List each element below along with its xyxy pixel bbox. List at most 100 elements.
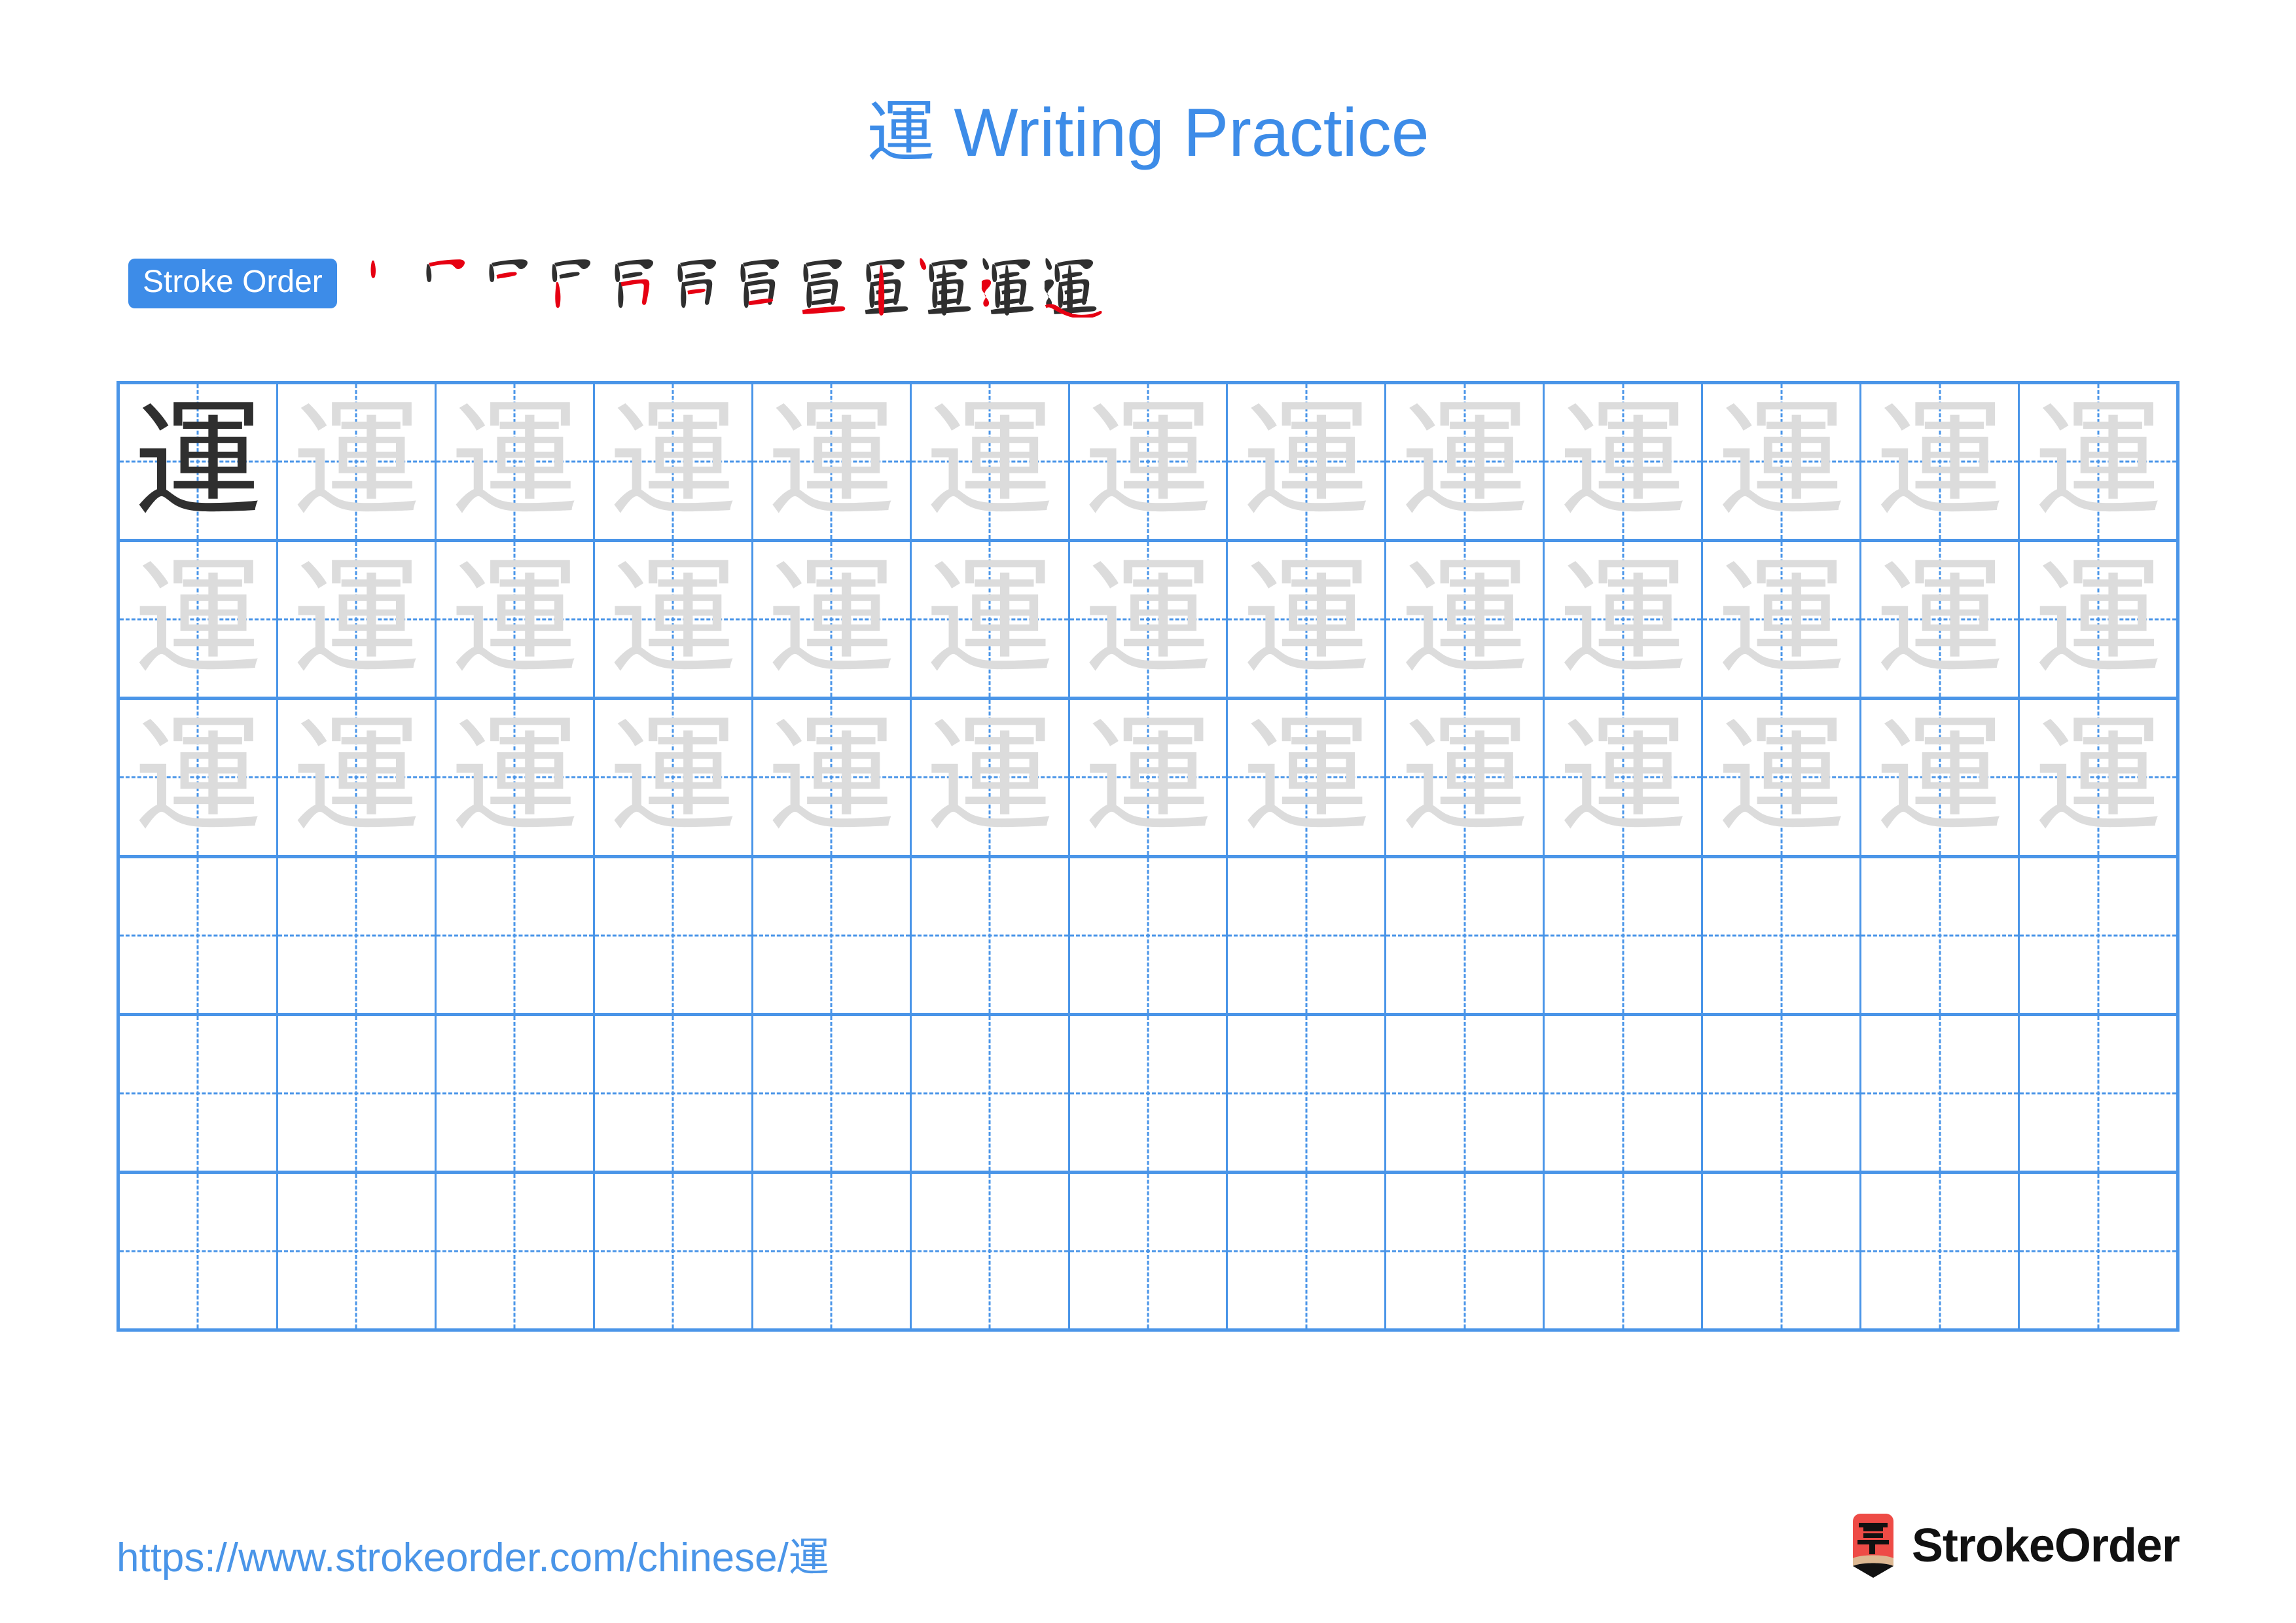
practice-row-1[interactable]: 運 運 運 運 運 運 運 運 運 運 運 運 運: [120, 384, 2176, 543]
practice-cell-r3c11[interactable]: 運: [1703, 700, 1862, 855]
practice-cell-r1c7[interactable]: 運: [1070, 384, 1229, 539]
practice-cell-r6c1[interactable]: [120, 1173, 278, 1329]
practice-cell-r1c10[interactable]: 運: [1545, 384, 1704, 539]
practice-cell-r3c4[interactable]: 運: [595, 700, 753, 855]
practice-cell-r6c5[interactable]: [753, 1173, 912, 1329]
trace-character: 運: [925, 387, 1054, 537]
practice-cell-r4c9[interactable]: [1386, 858, 1545, 1013]
practice-cell-r5c1[interactable]: [120, 1015, 278, 1171]
practice-cell-r3c2[interactable]: 運: [278, 700, 437, 855]
practice-cell-r3c7[interactable]: 運: [1070, 700, 1229, 855]
practice-cell-r4c8[interactable]: [1228, 858, 1387, 1013]
trace-character: 運: [1400, 387, 1529, 537]
practice-cell-r2c3[interactable]: 運: [437, 542, 595, 697]
stroke-step-3: [478, 249, 539, 318]
practice-cell-r6c11[interactable]: [1703, 1173, 1862, 1329]
practice-cell-r4c12[interactable]: [1861, 858, 2020, 1013]
stroke-step-9: [855, 249, 916, 318]
practice-cell-r2c10[interactable]: 運: [1545, 542, 1704, 697]
stroke-step-12: [1044, 249, 1104, 318]
trace-character: 運: [767, 702, 896, 852]
practice-cell-r5c3[interactable]: [437, 1015, 595, 1171]
practice-cell-r1c12[interactable]: 運: [1861, 384, 2020, 539]
practice-cell-r5c6[interactable]: [912, 1015, 1070, 1171]
practice-cell-r5c4[interactable]: [595, 1015, 753, 1171]
practice-cell-r3c9[interactable]: 運: [1386, 700, 1545, 855]
practice-cell-r5c7[interactable]: [1070, 1015, 1229, 1171]
practice-cell-r3c5[interactable]: 運: [753, 700, 912, 855]
practice-cell-r6c12[interactable]: [1861, 1173, 2020, 1329]
practice-cell-r1c4[interactable]: 運: [595, 384, 753, 539]
practice-cell-r1c13[interactable]: 運: [2020, 384, 2176, 539]
practice-cell-r6c7[interactable]: [1070, 1173, 1229, 1329]
practice-cell-r1c3[interactable]: 運: [437, 384, 595, 539]
practice-cell-r4c13[interactable]: [2020, 858, 2176, 1013]
practice-cell-r5c10[interactable]: [1545, 1015, 1704, 1171]
practice-cell-r5c13[interactable]: [2020, 1016, 2176, 1171]
practice-row-2[interactable]: 運 運 運 運 運 運 運 運 運 運 運 運 運: [120, 542, 2176, 701]
practice-cell-r5c5[interactable]: [753, 1015, 912, 1171]
trace-character: 運: [1400, 702, 1529, 852]
practice-row-4[interactable]: [120, 858, 2176, 1016]
practice-cell-r3c3[interactable]: 運: [437, 700, 595, 855]
footer-url-link[interactable]: https://www.strokeorder.com/chinese/運: [117, 1524, 829, 1583]
practice-cell-r4c3[interactable]: [437, 858, 595, 1013]
practice-row-3[interactable]: 運 運 運 運 運 運 運 運 運 運 運 運 運: [120, 700, 2176, 858]
practice-cell-r4c2[interactable]: [278, 858, 437, 1013]
practice-cell-r2c9[interactable]: 運: [1386, 542, 1545, 697]
practice-cell-r2c2[interactable]: 運: [278, 542, 437, 697]
practice-cell-r6c8[interactable]: [1228, 1173, 1387, 1329]
practice-row-5[interactable]: [120, 1015, 2176, 1174]
practice-cell-r4c5[interactable]: [753, 858, 912, 1013]
practice-cell-r2c13[interactable]: 運: [2020, 542, 2176, 697]
practice-cell-r4c6[interactable]: [912, 858, 1070, 1013]
practice-cell-r5c8[interactable]: [1228, 1015, 1387, 1171]
practice-cell-r3c10[interactable]: 運: [1545, 700, 1704, 855]
practice-cell-r1c8[interactable]: 運: [1228, 384, 1387, 539]
practice-cell-r6c3[interactable]: [437, 1173, 595, 1329]
practice-cell-r2c11[interactable]: 運: [1703, 542, 1862, 697]
practice-cell-r6c13[interactable]: [2020, 1174, 2176, 1328]
practice-cell-r2c8[interactable]: 運: [1228, 542, 1387, 697]
brand-logo[interactable]: StrokeOrder: [1849, 1510, 2180, 1582]
practice-cell-r2c5[interactable]: 運: [753, 542, 912, 697]
practice-cell-r3c6[interactable]: 運: [912, 700, 1070, 855]
practice-cell-r5c11[interactable]: [1703, 1015, 1862, 1171]
stroke-step-2: [416, 249, 476, 318]
trace-character: 運: [292, 545, 421, 695]
practice-cell-r3c13[interactable]: 運: [2020, 700, 2176, 854]
practice-cell-r5c9[interactable]: [1386, 1015, 1545, 1171]
pencil-logo-icon: [1849, 1514, 1897, 1578]
practice-cell-r5c12[interactable]: [1861, 1015, 2020, 1171]
practice-cell-r3c1[interactable]: 運: [120, 700, 278, 855]
practice-cell-r1c2[interactable]: 運: [278, 384, 437, 539]
practice-cell-r1c11[interactable]: 運: [1703, 384, 1862, 539]
practice-cell-r2c12[interactable]: 運: [1861, 542, 2020, 697]
practice-cell-r4c11[interactable]: [1703, 858, 1862, 1013]
practice-cell-r3c12[interactable]: 運: [1861, 700, 2020, 855]
practice-cell-r4c1[interactable]: [120, 858, 278, 1013]
practice-cell-r1c1[interactable]: 運: [120, 384, 278, 539]
practice-cell-r2c6[interactable]: 運: [912, 542, 1070, 697]
trace-character: 運: [1242, 702, 1371, 852]
practice-cell-r6c10[interactable]: [1545, 1173, 1704, 1329]
practice-cell-r4c10[interactable]: [1545, 858, 1704, 1013]
practice-cell-r6c6[interactable]: [912, 1173, 1070, 1329]
practice-grid[interactable]: 運 運 運 運 運 運 運 運 運 運 運 運 運 運 運 運 運 運 運 運 …: [117, 381, 2179, 1332]
practice-cell-r6c4[interactable]: [595, 1173, 753, 1329]
practice-cell-r5c2[interactable]: [278, 1015, 437, 1171]
practice-cell-r4c4[interactable]: [595, 858, 753, 1013]
practice-row-6[interactable]: [120, 1173, 2176, 1329]
practice-cell-r4c7[interactable]: [1070, 858, 1229, 1013]
practice-cell-r1c5[interactable]: 運: [753, 384, 912, 539]
practice-cell-r6c2[interactable]: [278, 1173, 437, 1329]
practice-cell-r2c4[interactable]: 運: [595, 542, 753, 697]
practice-cell-r1c6[interactable]: 運: [912, 384, 1070, 539]
practice-cell-r6c9[interactable]: [1386, 1173, 1545, 1329]
practice-cell-r3c8[interactable]: 運: [1228, 700, 1387, 855]
practice-cell-r1c9[interactable]: 運: [1386, 384, 1545, 539]
practice-cell-r2c1[interactable]: 運: [120, 542, 278, 697]
trace-character: 運: [609, 545, 738, 695]
practice-cell-r2c7[interactable]: 運: [1070, 542, 1229, 697]
trace-character: 運: [1875, 545, 2004, 695]
